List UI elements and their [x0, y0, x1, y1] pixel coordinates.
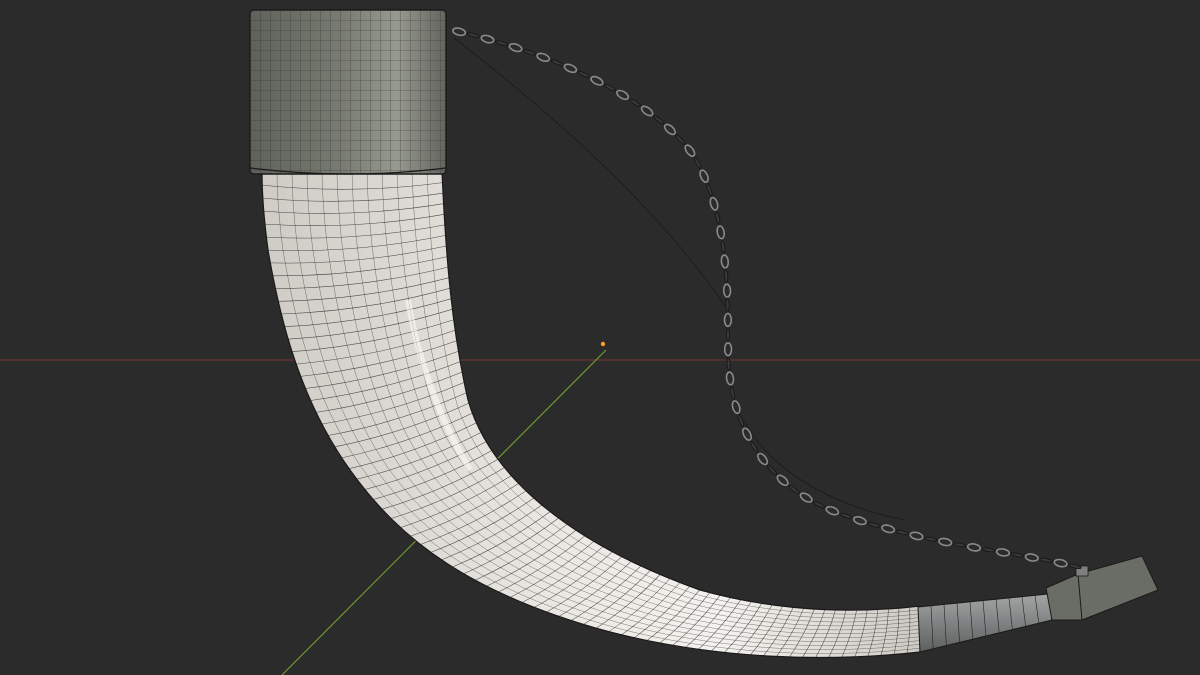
chain-link — [550, 59, 564, 66]
chain-link — [508, 43, 523, 53]
origin-dot-icon[interactable] — [600, 341, 606, 347]
chain-link — [452, 27, 467, 37]
chain-link — [725, 298, 730, 313]
chain-link — [709, 196, 719, 211]
chain-link — [1068, 563, 1082, 569]
chain-link — [522, 49, 537, 56]
chain-link — [725, 327, 731, 342]
chain-link — [867, 522, 881, 528]
chain-link — [966, 543, 982, 552]
chain-link — [466, 32, 481, 38]
chain-link — [640, 105, 654, 117]
chain-link — [590, 75, 604, 86]
chain-link — [494, 40, 509, 47]
chain-link — [720, 254, 730, 269]
chain-link — [952, 542, 967, 548]
chain-link — [938, 537, 953, 547]
chain-link — [536, 52, 551, 63]
chain-link — [675, 134, 686, 145]
chain-link — [720, 239, 726, 254]
chain-link — [750, 441, 759, 453]
chain-link — [788, 485, 800, 494]
chain-link — [924, 536, 938, 542]
chain-link — [616, 89, 630, 101]
horn-chain[interactable] — [452, 27, 1082, 569]
chain-link — [663, 123, 676, 136]
chain-link — [767, 464, 778, 476]
chain-link — [563, 63, 578, 74]
guide-curve-lower — [743, 419, 906, 521]
chain-link — [706, 183, 713, 197]
chain-link — [603, 83, 617, 92]
chain-link — [715, 211, 721, 225]
viewport-scene[interactable] — [0, 0, 1200, 675]
chain-link — [995, 548, 1011, 557]
horn-rim-band[interactable] — [249, 9, 447, 175]
chain-link — [723, 312, 733, 328]
chain-link — [776, 474, 789, 487]
chain-link — [731, 400, 741, 415]
chain-link — [812, 500, 826, 509]
chain-link — [799, 492, 813, 503]
chain-link — [725, 371, 735, 386]
chain-link — [895, 529, 909, 536]
chain-link — [742, 427, 752, 441]
chain-link — [729, 386, 736, 400]
chain-link — [757, 452, 769, 466]
chain-link — [881, 524, 896, 534]
chain-link — [480, 34, 495, 44]
chain-link — [699, 169, 709, 184]
3d-viewport[interactable] — [0, 0, 1200, 675]
chain-link — [852, 516, 867, 526]
chain-link — [1053, 558, 1068, 568]
chain-link — [737, 414, 745, 428]
chain-link — [723, 342, 733, 357]
chain-link — [723, 269, 729, 283]
chain-link — [653, 115, 665, 125]
chain-link — [1039, 557, 1053, 563]
chain-link — [1010, 552, 1025, 558]
chain-link — [909, 531, 924, 541]
chain-link — [825, 505, 840, 516]
chain-link — [577, 70, 591, 78]
chain-link — [693, 156, 702, 170]
chain-link — [726, 357, 731, 371]
chain-link — [981, 547, 996, 553]
horn-tip-fitting[interactable] — [917, 555, 1159, 653]
chain-link — [716, 225, 726, 240]
chain-link — [684, 144, 696, 158]
chain-link — [839, 512, 853, 520]
chain-link — [722, 283, 732, 298]
chain-link — [629, 98, 641, 107]
chain-link — [1024, 553, 1039, 562]
horn-body[interactable] — [261, 171, 921, 659]
